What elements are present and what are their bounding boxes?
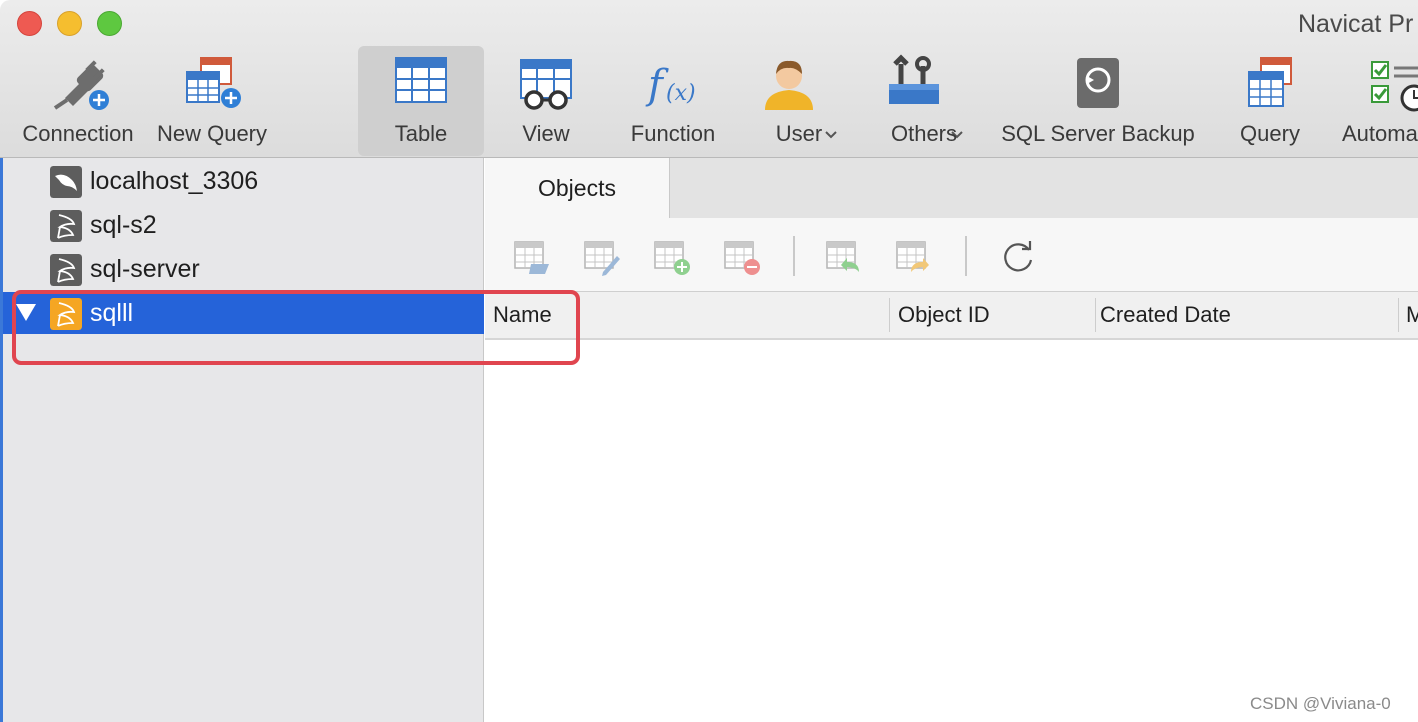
delete-table-icon[interactable] [723, 238, 761, 276]
svg-text:(x): (x) [666, 81, 696, 106]
others-button[interactable]: Others [876, 48, 972, 156]
new-table-icon[interactable] [653, 238, 691, 276]
plug-add-icon [53, 60, 109, 110]
user-icon [765, 60, 813, 110]
function-label: Function [630, 121, 716, 146]
export-icon[interactable] [895, 238, 933, 276]
connection-label: sql-server [90, 255, 200, 283]
sqlserver-icon [50, 210, 82, 242]
backup-icon [1077, 58, 1119, 108]
user-label: User [775, 121, 823, 146]
maximize-window-button[interactable] [97, 11, 122, 36]
annotation-highlight-box [12, 290, 580, 365]
view-button[interactable]: View [496, 48, 596, 156]
function-icon: f (x) [645, 62, 696, 108]
mysql-icon [50, 166, 82, 198]
sidebar-item-sql-server[interactable]: sql-server [3, 248, 484, 290]
toolbar-divider [793, 236, 795, 276]
automation-icon [1371, 61, 1418, 112]
sql-server-backup-button[interactable]: SQL Server Backup [994, 48, 1202, 156]
automation-label: Automa [1342, 121, 1418, 146]
column-divider[interactable] [1095, 298, 1096, 332]
object-toolbar [485, 218, 1418, 292]
query-label: Query [1240, 121, 1300, 146]
query-button[interactable]: Query [1224, 48, 1316, 156]
function-button[interactable]: f (x) Function [618, 48, 728, 156]
view-label: View [522, 121, 570, 146]
column-next[interactable]: M [1406, 302, 1418, 328]
refresh-icon[interactable] [999, 238, 1037, 276]
column-divider[interactable] [1398, 298, 1399, 332]
connection-label: Connection [22, 121, 134, 146]
sql-server-backup-label: SQL Server Backup [1001, 121, 1195, 146]
window-title: Navicat Pr [1298, 10, 1414, 38]
view-icon [520, 59, 572, 110]
connection-sidebar: localhost_3306 sql-s2 sql-server sqlll [0, 158, 484, 722]
table-label: Table [394, 121, 448, 146]
tools-icon [889, 54, 939, 104]
objects-list[interactable] [485, 340, 1418, 722]
connection-label: localhost_3306 [90, 167, 259, 195]
sqlserver-icon [50, 254, 82, 286]
table-icon [395, 57, 447, 103]
open-table-icon[interactable] [513, 238, 551, 276]
automation-button[interactable]: Automa [1340, 48, 1418, 156]
connection-label: sql-s2 [90, 211, 157, 239]
close-window-button[interactable] [17, 11, 42, 36]
new-query-button[interactable]: New Query [148, 48, 276, 156]
minimize-window-button[interactable] [57, 11, 82, 36]
table-button[interactable]: Table [358, 46, 484, 156]
query-icon [1248, 57, 1292, 107]
design-table-icon[interactable] [583, 238, 621, 276]
watermark: CSDN @Viviana-0 [1250, 694, 1391, 713]
import-icon[interactable] [825, 238, 863, 276]
connection-button[interactable]: Connection [10, 48, 146, 156]
tab-objects[interactable]: Objects [485, 158, 670, 219]
new-query-label: New Query [156, 121, 268, 146]
sidebar-item-sql-s2[interactable]: sql-s2 [3, 204, 484, 246]
sidebar-item-localhost-3306[interactable]: localhost_3306 [3, 160, 484, 202]
toolbar-divider [965, 236, 967, 276]
column-divider[interactable] [889, 298, 890, 332]
column-header: Name Object ID Created Date M [485, 292, 1418, 340]
column-created-date[interactable]: Created Date [1100, 302, 1231, 328]
user-button[interactable]: User [752, 48, 846, 156]
new-query-icon [186, 57, 241, 108]
column-object-id[interactable]: Object ID [898, 302, 990, 328]
others-label: Others [890, 121, 958, 146]
title-toolbar: Navicat Pr Connection New Query Table Vi… [0, 0, 1418, 158]
